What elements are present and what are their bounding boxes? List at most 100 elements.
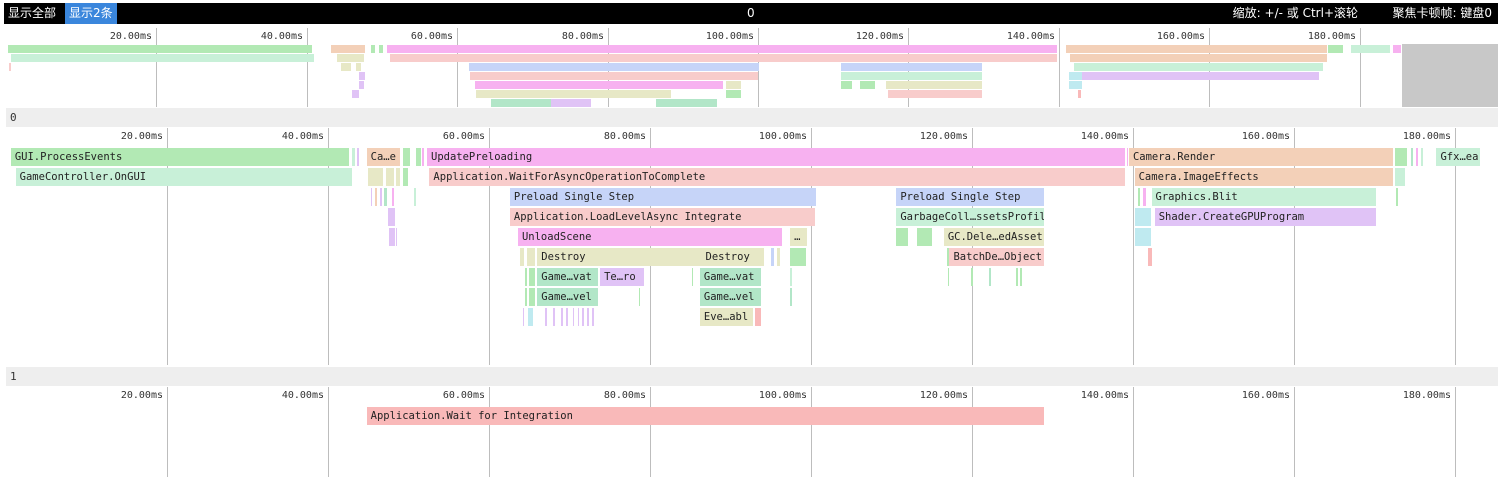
profiler-span-sliver[interactable] <box>374 188 378 206</box>
profiler-span[interactable]: … <box>790 228 807 246</box>
profiler-span-sliver[interactable] <box>389 228 395 246</box>
profiler-span-sliver[interactable] <box>1416 148 1418 166</box>
profiler-span-sliver[interactable] <box>368 168 383 186</box>
profiler-span-sliver[interactable] <box>1396 188 1398 206</box>
profiler-span-sliver[interactable] <box>396 228 398 246</box>
profiler-span-sliver[interactable] <box>415 148 421 166</box>
profiler-span-sliver[interactable] <box>402 168 409 186</box>
profiler-span-sliver[interactable] <box>422 148 424 166</box>
profiler-span-sliver[interactable] <box>1135 228 1151 246</box>
show-all-button[interactable]: 显示全部 <box>8 3 56 24</box>
profiler-span[interactable]: Gfx…ea <box>1436 148 1480 166</box>
profiler-span[interactable]: Ca…e <box>366 148 401 166</box>
profiler-span-sliver[interactable] <box>770 248 774 266</box>
profiler-span-sliver[interactable] <box>988 268 991 286</box>
profiler-span-sliver[interactable] <box>1410 148 1414 166</box>
profiler-span-sliver[interactable] <box>1395 148 1408 166</box>
profiler-span[interactable]: Application.LoadLevelAsync Integrate <box>509 208 816 226</box>
profiler-span-sliver[interactable] <box>527 308 534 326</box>
profiler-span[interactable]: GUI.ProcessEvents <box>10 148 349 166</box>
profiler-span-sliver[interactable] <box>385 168 394 186</box>
profiler-span[interactable]: GameController.OnGUI <box>15 168 353 186</box>
profiler-span-sliver[interactable] <box>526 248 535 266</box>
profiler-span-sliver[interactable] <box>691 268 694 286</box>
profiler-span-sliver[interactable] <box>971 268 973 286</box>
thread-section-header-0[interactable]: 0 <box>6 108 1498 127</box>
profiler-span[interactable]: Preload Single Step <box>896 188 1044 206</box>
profiler-span-sliver[interactable] <box>392 188 394 206</box>
profiler-span-sliver[interactable] <box>1421 148 1423 166</box>
profiler-span-sliver[interactable] <box>587 308 589 326</box>
profiler-span[interactable]: Game…vat <box>537 268 599 286</box>
profiler-span-sliver[interactable] <box>370 188 373 206</box>
profiler-span[interactable]: Application.Wait for Integration <box>366 407 1045 425</box>
profiler-span-sliver[interactable] <box>790 268 792 286</box>
profiler-span-sliver[interactable] <box>592 308 594 326</box>
profiler-span-sliver[interactable] <box>790 288 792 306</box>
profiler-span-sliver[interactable] <box>572 308 575 326</box>
profiler-span[interactable]: Game…vel <box>699 288 762 306</box>
profiler-span-sliver[interactable] <box>519 248 524 266</box>
profiler-span[interactable]: Eve…abl <box>699 308 754 326</box>
profiler-span-sliver[interactable] <box>529 268 535 286</box>
profiler-span[interactable]: BatchDe…Object <box>949 248 1044 266</box>
minimap-span <box>1068 81 1083 89</box>
profiler-span-sliver[interactable] <box>525 288 527 306</box>
profiler-span-sliver[interactable] <box>396 168 400 186</box>
profiler-span-sliver[interactable] <box>582 308 584 326</box>
profiler-span-sliver[interactable] <box>384 188 387 206</box>
profiler-span[interactable]: GC.Dele…edAsset <box>943 228 1044 246</box>
profiler-span[interactable]: GarbageColl…ssetsProfil <box>896 208 1044 226</box>
profiler-span-sliver[interactable] <box>896 228 908 246</box>
profiler-span-sliver[interactable] <box>577 308 580 326</box>
profiler-span-sliver[interactable] <box>566 308 568 326</box>
profiler-span[interactable]: Game…vat <box>699 268 762 286</box>
profiler-span-sliver[interactable] <box>790 248 807 266</box>
profiler-span-sliver[interactable] <box>638 288 641 306</box>
profiler-span-sliver[interactable] <box>379 188 382 206</box>
profiler-span-sliver[interactable] <box>1142 188 1146 206</box>
profiler-span[interactable]: Application.WaitForAsyncOperationToCompl… <box>429 168 1125 186</box>
profiler-span-sliver[interactable] <box>754 308 762 326</box>
profiler-span-sliver[interactable] <box>790 228 793 246</box>
profiler-span-sliver[interactable] <box>777 248 781 266</box>
profiler-span-sliver[interactable] <box>1148 248 1153 266</box>
flame-track-1[interactable]: 20.00ms 40.00ms 60.00ms 80.00ms 100.00ms 120.… <box>6 387 1498 477</box>
profiler-span-sliver[interactable] <box>529 288 535 306</box>
profiler-span[interactable]: Camera.Render <box>1128 148 1393 166</box>
profiler-span[interactable]: Shader.CreateGPUProgram <box>1154 208 1377 226</box>
profiler-span-sliver[interactable] <box>388 208 395 226</box>
profiler-span-sliver[interactable] <box>545 308 547 326</box>
profiler-span-sliver[interactable] <box>1016 268 1018 286</box>
profiler-span-sliver[interactable] <box>1395 168 1406 186</box>
profiler-span-sliver[interactable] <box>1126 148 1129 166</box>
profiler-span[interactable]: Game…vel <box>537 288 599 306</box>
profiler-span-sliver[interactable] <box>947 248 949 266</box>
profiler-span-sliver[interactable] <box>1020 268 1022 286</box>
profiler-span[interactable]: Camera.ImageEffects <box>1134 168 1393 186</box>
thread-section-header-1[interactable]: 1 <box>6 367 1498 386</box>
show-two-button[interactable]: 显示2条 <box>65 3 117 24</box>
profiler-span[interactable]: Graphics.Blit <box>1151 188 1377 206</box>
profiler-span-sliver[interactable] <box>522 308 525 326</box>
profiler-span[interactable]: Destroy <box>701 248 764 266</box>
profiler-span[interactable]: UnloadScene <box>517 228 782 246</box>
minimap-span <box>1073 63 1323 71</box>
profiler-span-sliver[interactable] <box>356 148 360 166</box>
profiler-span-sliver[interactable] <box>553 308 555 326</box>
profiler-span-sliver[interactable] <box>1137 188 1141 206</box>
profiler-span-sliver[interactable] <box>1135 208 1151 226</box>
profiler-span[interactable]: UpdatePreloading <box>427 148 1125 166</box>
profiler-span-sliver[interactable] <box>414 188 416 206</box>
profiler-span-sliver[interactable] <box>402 148 411 166</box>
profiler-span[interactable]: Destroy <box>537 248 703 266</box>
flame-track-0[interactable]: 20.00ms 40.00ms 60.00ms 80.00ms 100.00ms 120.… <box>6 128 1498 365</box>
profiler-span-sliver[interactable] <box>947 268 950 286</box>
profiler-span-sliver[interactable] <box>525 268 527 286</box>
profiler-span[interactable]: Preload Single Step <box>509 188 816 206</box>
profiler-span-sliver[interactable] <box>352 148 355 166</box>
profiler-span[interactable]: Te…ro <box>600 268 645 286</box>
profiler-span-sliver[interactable] <box>917 228 932 246</box>
overview-minimap[interactable]: 20.00ms 40.00ms 60.00ms 80.00ms 100.00ms 120.… <box>6 28 1498 107</box>
profiler-span-sliver[interactable] <box>561 308 564 326</box>
